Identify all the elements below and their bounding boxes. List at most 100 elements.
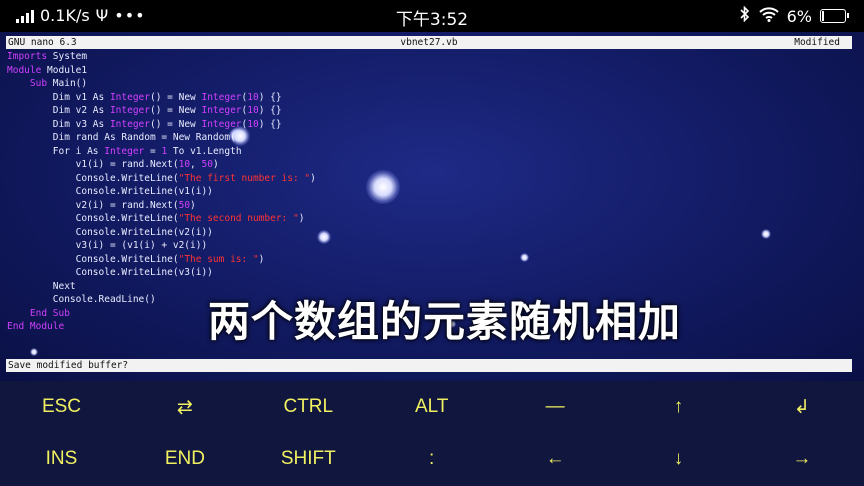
enter-key[interactable]: ↲ bbox=[740, 381, 863, 433]
code-line: End Module bbox=[7, 321, 64, 332]
code-line: Dim v1 As Integer() = New Integer(10) {} bbox=[7, 92, 282, 103]
code-token: Next bbox=[7, 280, 76, 292]
alt-key[interactable]: ALT bbox=[370, 381, 493, 433]
code-line: Console.WriteLine(v1(i)) bbox=[7, 186, 213, 197]
end-key[interactable]: END bbox=[123, 433, 246, 485]
code-token: Console.WriteLine(v3(i)) bbox=[7, 267, 213, 278]
switch-key[interactable]: ⇄ bbox=[123, 381, 246, 433]
code-line: Console.WriteLine("The first number is: … bbox=[7, 173, 316, 184]
code-token: Console.ReadLine() bbox=[7, 294, 156, 305]
code-token: 50 bbox=[201, 159, 213, 170]
code-line: Console.WriteLine(v2(i)) bbox=[7, 227, 213, 238]
code-token: Integer bbox=[109, 118, 150, 130]
code-token: v1(i) = rand.Next( bbox=[7, 159, 179, 170]
background-orb bbox=[317, 230, 331, 244]
background-orb bbox=[366, 170, 400, 204]
code-token: 50 bbox=[178, 199, 191, 211]
code-line: v1(i) = rand.Next(10, 50) bbox=[7, 159, 219, 170]
code-token: Dim v3 As bbox=[7, 118, 110, 130]
code-token: () = New bbox=[150, 118, 202, 130]
code-token: System bbox=[47, 51, 88, 62]
code-token: Console.WriteLine(v1(i)) bbox=[7, 186, 213, 197]
nano-title-bar: GNU nano 6.3 vbnet27.vb Modified bbox=[6, 36, 852, 49]
code-token: ) {} bbox=[258, 118, 282, 130]
ins-key[interactable]: INS bbox=[0, 433, 123, 485]
code-line: Dim rand As Random = New Random() bbox=[7, 132, 242, 143]
right-arrow-key[interactable]: → bbox=[740, 433, 863, 485]
code-token: Console.WriteLine( bbox=[7, 172, 179, 184]
left-arrow-key[interactable]: ← bbox=[494, 433, 617, 485]
terminal-view[interactable]: GNU nano 6.3 vbnet27.vb Modified Imports… bbox=[0, 32, 864, 381]
esc-key[interactable]: ESC bbox=[0, 381, 123, 433]
code-token: 10 bbox=[247, 105, 259, 116]
status-bar: 0.1K/s Ψ ••• 下午3:52 6% bbox=[0, 0, 864, 32]
code-token: "The sum is: " bbox=[178, 253, 259, 265]
code-token: ) {} bbox=[258, 91, 282, 103]
code-token: End Module bbox=[7, 321, 65, 332]
code-token: () = New bbox=[150, 105, 202, 116]
clock: 下午3:52 bbox=[395, 10, 469, 30]
code-token: Integer bbox=[201, 118, 242, 130]
down-arrow-key[interactable]: ↓ bbox=[617, 433, 740, 485]
code-line: Dim v2 As Integer() = New Integer(10) {} bbox=[7, 105, 282, 116]
code-token: Integer bbox=[109, 105, 150, 116]
code-token: 10 bbox=[247, 118, 259, 130]
colon-key[interactable]: : bbox=[370, 433, 493, 485]
code-line: Console.WriteLine("The sum is: ") bbox=[7, 253, 265, 265]
dash-key[interactable]: — bbox=[494, 381, 617, 433]
code-line: v3(i) = (v1(i) + v2(i)) bbox=[7, 240, 208, 251]
battery-percent: 6% bbox=[786, 6, 812, 26]
code-token: , bbox=[190, 159, 202, 170]
code-token: Main() bbox=[47, 78, 88, 89]
code-token: Module bbox=[7, 64, 42, 76]
code-token: 10 bbox=[178, 159, 191, 170]
file-name: vbnet27.vb bbox=[400, 37, 458, 48]
wifi-icon bbox=[758, 6, 779, 26]
code-line: Dim v3 As Integer() = New Integer(10) {} bbox=[7, 119, 282, 130]
code-token: Imports bbox=[7, 51, 48, 62]
code-token: ) bbox=[310, 172, 316, 184]
code-line: Next bbox=[7, 281, 76, 292]
code-token: Module1 bbox=[41, 64, 88, 76]
code-token: Dim v1 As bbox=[7, 91, 110, 103]
ctrl-key[interactable]: CTRL bbox=[247, 381, 370, 433]
code-line: For i As Integer = 1 To v1.Length bbox=[7, 146, 242, 157]
code-token: Dim rand As Random = New Random() bbox=[7, 132, 242, 143]
background-orb bbox=[30, 348, 38, 356]
code-line: Console.ReadLine() bbox=[7, 294, 156, 305]
up-arrow-key[interactable]: ↑ bbox=[617, 381, 740, 433]
status-right: 6% bbox=[739, 5, 849, 26]
code-token: v2(i) = rand.Next( bbox=[7, 199, 179, 211]
code-line: Imports System bbox=[7, 51, 87, 62]
code-token: Console.WriteLine( bbox=[7, 213, 179, 224]
battery-icon bbox=[820, 9, 849, 23]
code-token: "The first number is: " bbox=[178, 172, 311, 184]
code-token: Integer bbox=[109, 91, 150, 103]
bluetooth-icon bbox=[739, 5, 751, 26]
code-token: () = New bbox=[150, 91, 202, 103]
code-token: Integer bbox=[201, 105, 242, 116]
code-token: For i As bbox=[7, 145, 105, 157]
code-token: ) {} bbox=[258, 105, 282, 116]
code-token: To v1.Length bbox=[167, 145, 242, 157]
background-orb bbox=[520, 253, 529, 262]
code-token: Sub bbox=[29, 78, 48, 89]
save-prompt[interactable]: Save modified buffer? bbox=[6, 359, 852, 372]
video-caption: 两个数组的元素随机相加 bbox=[208, 297, 682, 346]
modified-status: Modified bbox=[794, 37, 840, 48]
code-token: Console.WriteLine(v2(i)) bbox=[7, 226, 213, 238]
code-token: End Sub bbox=[29, 307, 70, 319]
code-line: End Sub bbox=[7, 308, 70, 319]
code-token: v3(i) = (v1(i) + v2(i)) bbox=[7, 240, 208, 251]
code-token: = bbox=[144, 145, 162, 157]
extra-keys-bar: ESC ⇄ CTRL ALT — ↑ ↲ INS END SHIFT: ← ↓ → bbox=[0, 381, 864, 486]
code-token: 10 bbox=[247, 91, 259, 103]
shift-key[interactable]: SHIFT bbox=[247, 433, 370, 485]
code-token: Integer bbox=[104, 145, 145, 157]
code-token: ) bbox=[298, 213, 305, 224]
code-line: v2(i) = rand.Next(50) bbox=[7, 200, 196, 211]
code-line: Console.WriteLine("The second number: ") bbox=[7, 213, 305, 224]
code-token: Dim v2 As bbox=[7, 105, 110, 116]
